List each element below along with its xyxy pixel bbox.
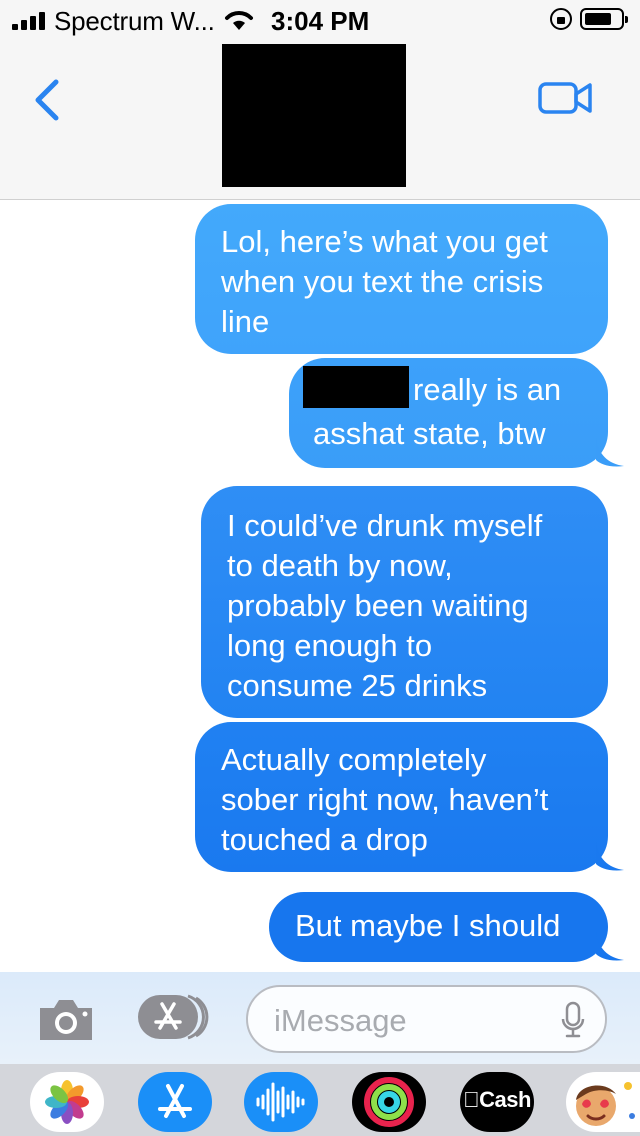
bubble-tail	[596, 438, 624, 467]
message-text: I could’ve drunk myself to death by now,…	[227, 508, 543, 703]
bubble-tail	[596, 932, 624, 961]
camera-icon[interactable]	[36, 996, 96, 1042]
message-text-line2: asshat state, btw	[313, 416, 546, 451]
photos-icon[interactable]	[30, 1072, 104, 1132]
message-text: Actually completely sober right now, hav…	[221, 742, 549, 857]
bubble-tail	[596, 842, 624, 871]
sent-message-bubble[interactable]: Lol, here’s what you get when you text t…	[195, 204, 608, 354]
app-store-icon[interactable]	[138, 1072, 212, 1132]
imessage-input[interactable]: iMessage	[246, 985, 607, 1053]
activity-icon[interactable]	[352, 1072, 426, 1132]
redacted-contact-block[interactable]	[222, 44, 406, 187]
imessage-placeholder: iMessage	[274, 1003, 407, 1038]
imessage-app-drawer: Cash	[0, 1064, 640, 1136]
sent-message-bubble[interactable]: I could’ve drunk myself to death by now,…	[201, 486, 608, 718]
message-thread[interactable]: Lol, here’s what you get when you text t…	[0, 200, 640, 970]
battery-icon	[580, 8, 628, 30]
apps-icon[interactable]	[136, 994, 212, 1040]
sent-message-bubble[interactable]: But maybe I should	[269, 892, 608, 962]
memoji-icon[interactable]	[566, 1072, 640, 1132]
back-chevron-icon[interactable]	[28, 76, 68, 124]
wifi-icon	[225, 11, 253, 30]
message-text: really is an	[303, 366, 561, 410]
status-bar: Spectrum W... 3:04 PM	[0, 0, 640, 40]
audio-message-icon[interactable]	[244, 1072, 318, 1132]
cash-app-icon[interactable]: Cash	[460, 1072, 534, 1132]
cash-label: Cash	[463, 1087, 531, 1112]
redacted-text-block	[303, 366, 409, 408]
microphone-icon[interactable]	[561, 1001, 585, 1039]
carrier-name: Spectrum W...	[54, 6, 215, 36]
sent-message-bubble[interactable]: really is an asshat state, btw	[289, 358, 608, 468]
status-time: 3:04 PM	[271, 6, 370, 36]
message-input-bar: iMessage	[0, 972, 640, 1064]
facetime-video-icon[interactable]	[538, 80, 594, 116]
orientation-lock-icon	[550, 8, 572, 30]
signal-strength-icon	[12, 12, 48, 30]
message-text: But maybe I should	[295, 908, 561, 943]
conversation-header	[0, 40, 640, 200]
sent-message-bubble[interactable]: Actually completely sober right now, hav…	[195, 722, 608, 872]
message-text: Lol, here’s what you get when you text t…	[221, 224, 548, 339]
